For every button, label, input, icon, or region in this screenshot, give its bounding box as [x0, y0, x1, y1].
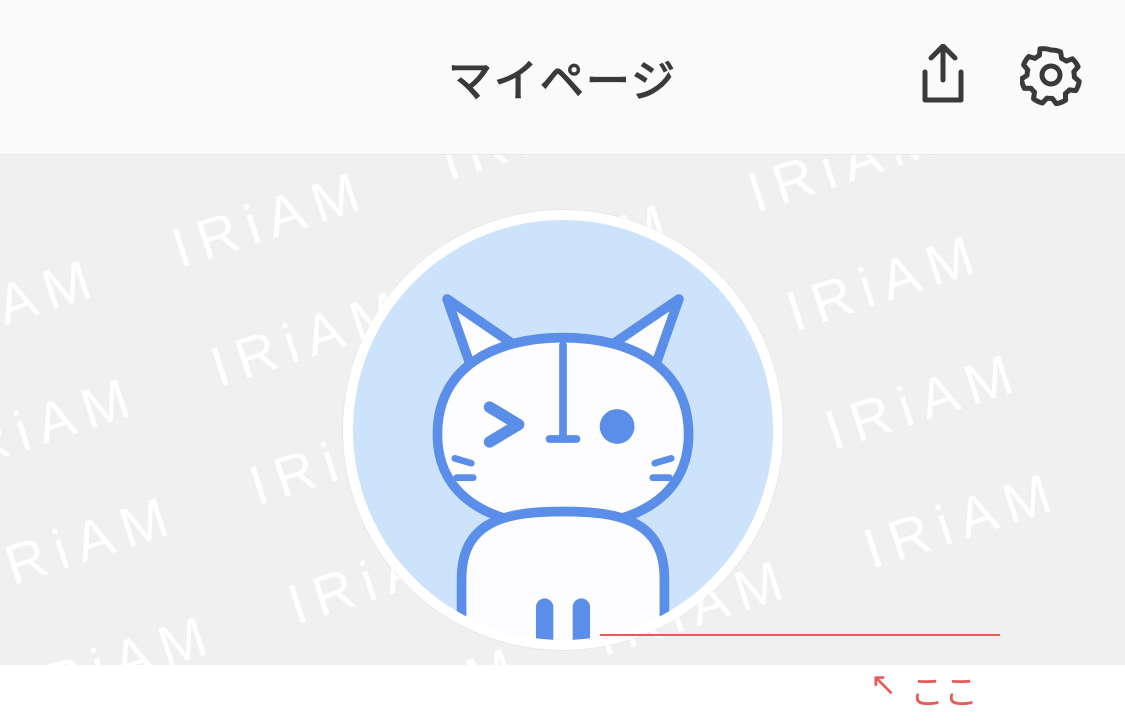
annotation-line [600, 634, 1000, 636]
watermark-text: IRiAM [856, 457, 1069, 581]
annotation-text: ここ [910, 665, 978, 714]
header-actions [909, 43, 1085, 111]
share-icon [915, 44, 971, 111]
gear-icon [1020, 44, 1082, 111]
annotation-arrow-icon: ↖ [870, 665, 897, 703]
settings-button[interactable] [1017, 43, 1085, 111]
share-button[interactable] [909, 43, 977, 111]
watermark-text: IRiAM [0, 244, 108, 368]
watermark-text: IRiAM [0, 481, 185, 605]
watermark-text: IRiAM [778, 219, 991, 343]
page-title: マイページ [448, 45, 677, 109]
watermark-text: IRiAM [11, 600, 224, 665]
cat-icon [369, 270, 755, 650]
watermark-text: IRiAM [0, 362, 146, 486]
watermark-text: IRiAM [817, 338, 1030, 462]
avatar[interactable] [343, 210, 783, 650]
header-bar: マイページ [0, 0, 1125, 155]
watermark-text: IRiAM [432, 155, 645, 193]
avatar-image [343, 210, 783, 650]
